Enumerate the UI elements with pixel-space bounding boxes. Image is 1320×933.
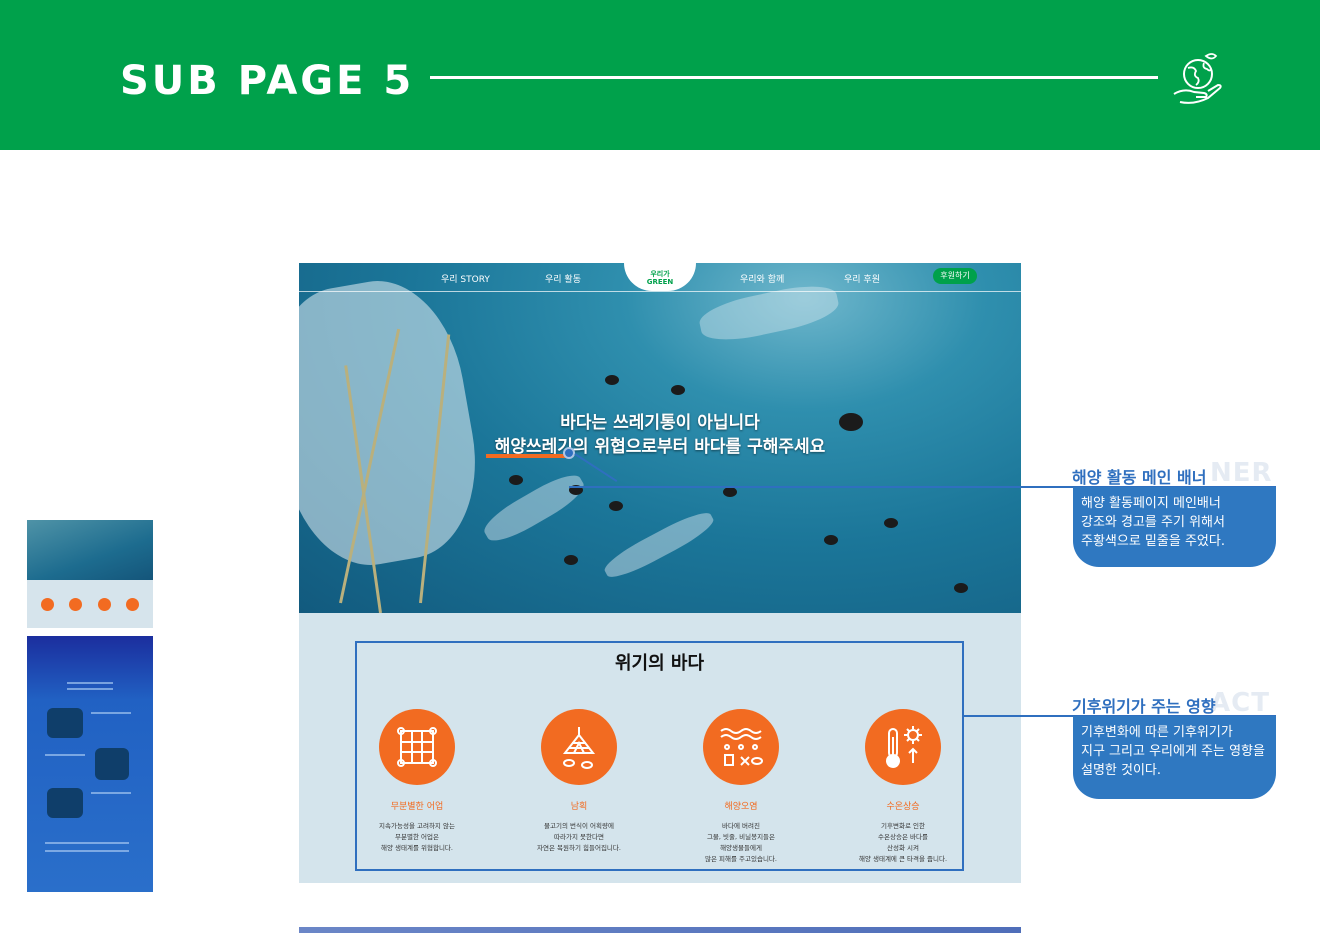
nav-item-activity[interactable]: 우리 활동 <box>545 272 581 285</box>
fishing-net-icon <box>379 709 455 785</box>
ocean-pollution-icon <box>703 709 779 785</box>
annotation-marker <box>563 447 575 459</box>
crisis-card: 무분별한 어업 지속가능성을 고려하지 않는 무분별한 어업은 해양 생태계를 … <box>342 709 492 854</box>
fish-net-icon <box>541 709 617 785</box>
portfolio-page: SUB PAGE 5 우리 STORY 우리 활동 우리가 GREEN 우리와 … <box>0 0 1320 933</box>
hero-line-2: 해양쓰레기의 위협으로부터 바다를 구해주세요 <box>494 437 826 457</box>
logo-text-korean: 우리가 <box>650 270 670 278</box>
fish-shape <box>509 475 523 485</box>
thumbnail-text-line <box>67 688 113 690</box>
fish-shape <box>671 385 685 395</box>
annotation-title: 해양 활동 메인 배너 <box>1072 468 1207 487</box>
plastic-shape <box>478 467 590 549</box>
page-mockup: 우리 STORY 우리 활동 우리가 GREEN 우리와 함께 우리 후원 후원… <box>299 263 1021 883</box>
plastic-shape <box>600 506 718 584</box>
hero-line-1: 바다는 쓰레기통이 아닙니다 <box>560 413 760 433</box>
card-title: 무분별한 어업 <box>390 802 444 812</box>
globe-hand-icon <box>1173 53 1222 104</box>
thumbnail-text-line <box>91 792 131 794</box>
thumbnail-photo <box>47 708 83 738</box>
donate-button[interactable]: 후원하기 <box>933 268 977 284</box>
next-section-preview <box>299 927 1021 933</box>
thumbnail-sub-page[interactable] <box>27 636 153 892</box>
annotation-ghost-text: ACT <box>1210 688 1270 718</box>
thumbnail-icon <box>98 598 111 611</box>
annotation-bubble: 해양 활동페이지 메인배너 강조와 경고를 주기 위해서 주황색으로 밑줄을 주… <box>1073 487 1276 567</box>
fish-shape <box>884 518 898 528</box>
card-description: 기후변화로 인한 수온상승은 바다를 산성화 시켜 해양 생태계에 큰 타격을 … <box>858 822 948 863</box>
thumbnail-icon <box>41 598 54 611</box>
annotation-ghost-text: NER <box>1210 458 1273 488</box>
fish-shape <box>723 487 737 497</box>
thumbnail-text-line <box>45 850 129 852</box>
thumbnail-hero <box>27 520 153 580</box>
card-description: 바다에 버려진 그물, 빗줄, 비닐봉지들은 해양생물들에게 많은 피해를 주고… <box>705 822 777 863</box>
page-title: SUB PAGE 5 <box>120 58 415 104</box>
card-title: 해양오염 <box>724 802 758 812</box>
site-logo[interactable]: 우리가 GREEN <box>624 263 696 291</box>
thumbnail-photo <box>47 788 83 818</box>
thumbnail-text-line <box>45 754 85 756</box>
hero-orange-underline <box>486 454 566 458</box>
header-divider <box>430 76 1158 79</box>
fish-shape <box>609 501 623 511</box>
thumbnail-icon <box>126 598 139 611</box>
nav-item-together[interactable]: 우리와 함께 <box>740 272 784 285</box>
card-description: 물고기의 번식이 어획량에 따라가지 못한다면 자연은 복원하기 힘들어집니다. <box>537 822 621 852</box>
thumbnail-photo <box>95 748 129 780</box>
hero-banner: 우리 STORY 우리 활동 우리가 GREEN 우리와 함께 우리 후원 후원… <box>299 263 1021 613</box>
card-description: 지속가능성을 고려하지 않는 무분별한 어업은 해양 생태계를 위협합니다. <box>379 822 455 852</box>
header-band: SUB PAGE 5 <box>0 0 1320 150</box>
thumbnail-text-line <box>91 712 131 714</box>
fish-shape <box>824 535 838 545</box>
thumbnail-text-line <box>67 682 113 684</box>
card-title: 수온상승 <box>886 802 920 812</box>
fish-shape <box>954 583 968 593</box>
top-navigation: 우리 STORY 우리 활동 우리가 GREEN 우리와 함께 우리 후원 후원… <box>299 263 1021 292</box>
crisis-card: 해양오염 바다에 버려진 그물, 빗줄, 비닐봉지들은 해양생물들에게 많은 피… <box>666 709 816 865</box>
crisis-card: 수온상승 기후변화로 인한 수온상승은 바다를 산성화 시켜 해양 생태계에 큰… <box>828 709 978 865</box>
logo-text-green: GREEN <box>646 278 674 286</box>
nav-item-support[interactable]: 우리 후원 <box>844 272 880 285</box>
thumbnail-main-page[interactable] <box>27 520 153 628</box>
crisis-card: 남획 물고기의 번식이 어획량에 따라가지 못한다면 자연은 복원하기 힘들어집… <box>504 709 654 854</box>
fish-shape <box>564 555 578 565</box>
fish-shape <box>605 375 619 385</box>
section-title: 위기의 바다 <box>614 653 705 674</box>
thumbnail-text-line <box>45 842 129 844</box>
thermometer-icon <box>865 709 941 785</box>
crisis-section: 위기의 바다 무분별한 어업 지속가능성을 고려하지 않는 무분별한 어업은 해… <box>355 641 964 871</box>
annotation-bubble: 기후변화에 따른 기후위기가 지구 그리고 우리에게 주는 영향을 설명한 것이… <box>1073 716 1276 799</box>
hero-headline: 바다는 쓰레기통이 아닙니다 해양쓰레기의 위협으로부터 바다를 구해주세요 <box>299 411 1021 459</box>
nav-item-story[interactable]: 우리 STORY <box>441 272 490 285</box>
annotation-title: 기후위기가 주는 영향 <box>1072 697 1216 716</box>
card-title: 남획 <box>570 802 588 812</box>
thumbnail-icon <box>69 598 82 611</box>
